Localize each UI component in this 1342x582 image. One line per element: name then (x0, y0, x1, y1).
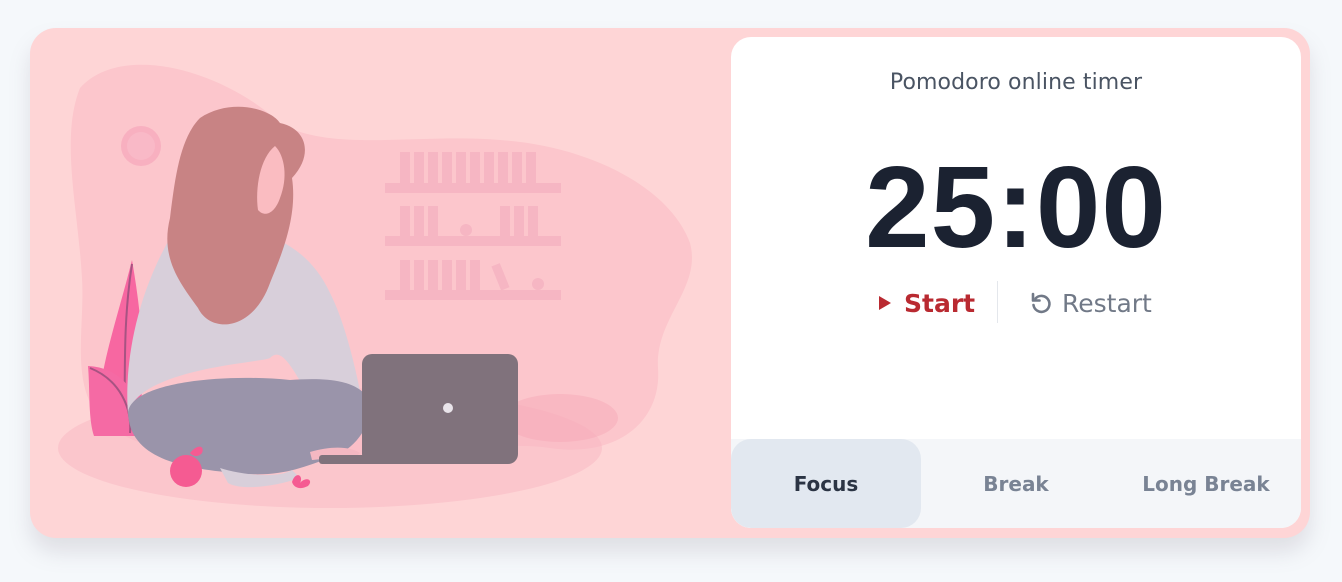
restart-label: Restart (1062, 288, 1152, 318)
controls-divider (997, 281, 998, 323)
timer-display: 25:00 (865, 142, 1167, 272)
tab-focus[interactable]: Focus (731, 439, 921, 528)
timer-panel: Pomodoro online timer 25:00 Start Restar… (731, 37, 1301, 528)
timer-controls: Start Restart (731, 281, 1301, 325)
timer-card: Pomodoro online timer 25:00 Start Restar… (30, 28, 1310, 538)
start-label: Start (904, 288, 976, 318)
timer-title: Pomodoro online timer (889, 70, 1143, 95)
woman-with-laptop-illustration (58, 64, 692, 508)
restart-button[interactable]: Restart (1029, 281, 1152, 325)
play-icon (878, 295, 892, 311)
tab-break[interactable]: Break (921, 439, 1111, 528)
restart-icon (1029, 291, 1053, 315)
mode-tabs: Focus Break Long Break (731, 439, 1301, 528)
tab-long-break[interactable]: Long Break (1111, 439, 1301, 528)
start-button[interactable]: Start (878, 281, 975, 325)
